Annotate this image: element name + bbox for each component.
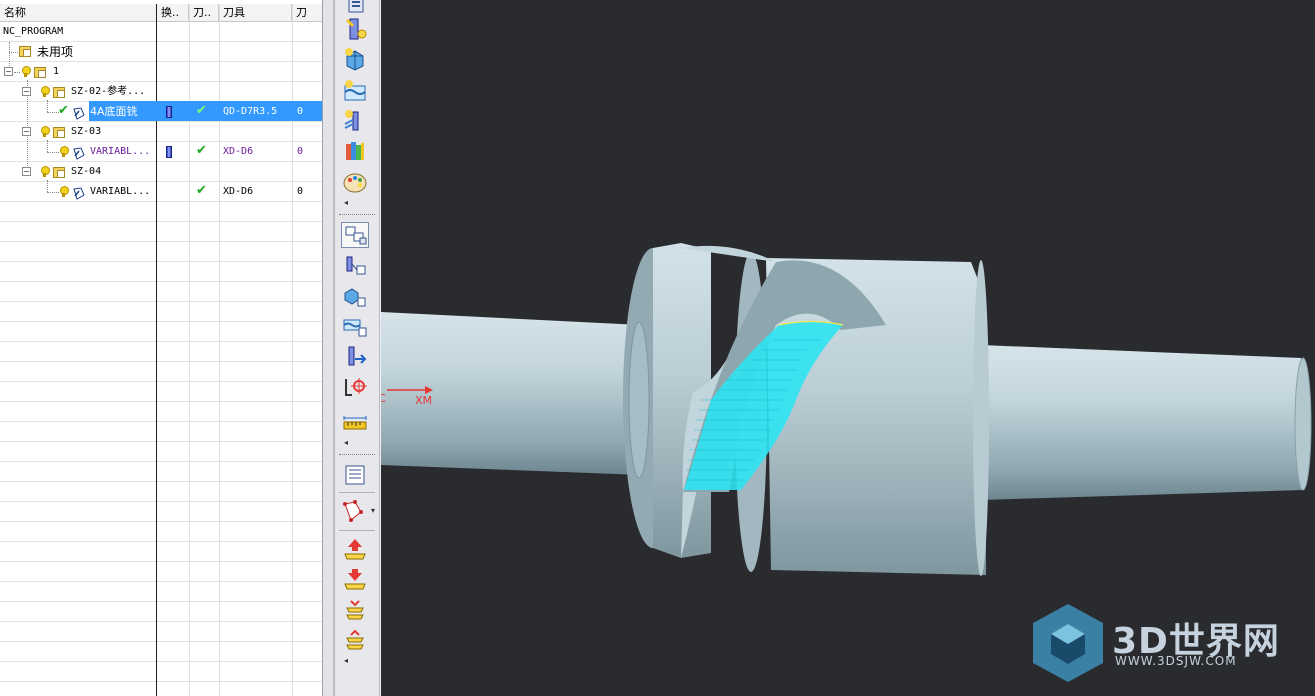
machine-tool-view-icon[interactable] xyxy=(341,254,369,280)
axis-label-xm: XM xyxy=(415,394,433,407)
col-toolchange-header[interactable]: 换.. xyxy=(157,4,189,22)
row-label: NC_PROGRAM xyxy=(3,26,64,37)
tree-row-operation[interactable]: VARIABL... ✔ XD-D6 0 xyxy=(0,142,322,162)
row-label: VARIABL... xyxy=(90,186,151,197)
col-tool2-header[interactable]: 刀 xyxy=(292,4,322,22)
tool-name: XD-D6 xyxy=(223,146,254,157)
machining-method-view-icon[interactable] xyxy=(341,314,369,340)
toolbar-separator xyxy=(339,214,375,215)
graphics-viewport[interactable]: C XM xyxy=(381,0,1315,696)
right-shaft xyxy=(981,345,1303,500)
tool-name: XD-D6 xyxy=(223,186,254,197)
palette-icon[interactable] xyxy=(341,170,369,196)
tree-row-unused[interactable]: 未用项 xyxy=(0,42,322,62)
move-up-icon[interactable] xyxy=(341,536,369,562)
cam-model-view xyxy=(381,243,1312,576)
create-tool-icon[interactable] xyxy=(341,16,369,42)
status-bulb-icon xyxy=(41,166,50,177)
col-toolpath-header[interactable]: 刀.. xyxy=(189,4,219,22)
toolpath-check-icon: ✔ xyxy=(196,183,207,198)
tree-row-sz-04[interactable]: − SZ-04 xyxy=(0,162,322,182)
axis-label-c: C xyxy=(381,392,386,405)
collapse-all-icon[interactable] xyxy=(341,628,369,654)
tool-change-icon xyxy=(166,106,172,118)
create-operation-icon[interactable] xyxy=(341,108,369,134)
toolpath-check-icon: ✔ xyxy=(196,103,207,118)
toolpath-check-icon: ✔ xyxy=(196,143,207,158)
panel-splitter[interactable] xyxy=(323,0,334,696)
complete-check-icon: ✔ xyxy=(58,103,69,118)
geometry-view-icon[interactable] xyxy=(341,284,369,310)
tool-number: 0 xyxy=(297,186,304,197)
row-label: SZ-02-参考... xyxy=(71,86,146,97)
program-folder-icon xyxy=(34,67,46,78)
row-label: SZ-03 xyxy=(71,126,102,137)
tool-name: QD-D7R3.5 xyxy=(223,106,278,117)
row-label: 1 xyxy=(53,66,60,77)
tree-row-operation-selected[interactable]: ✔ 4A底面铣 ✔ QD-D7R3.5 0 xyxy=(0,102,322,122)
status-bulb-icon xyxy=(22,66,31,77)
assembly-icon[interactable] xyxy=(341,498,369,524)
vertical-toolbar: ◂ ◂ ▾ ◂ xyxy=(334,0,380,696)
collapse-icon[interactable]: − xyxy=(22,127,31,136)
status-bulb-icon xyxy=(41,126,50,137)
watermark-logo-icon xyxy=(1031,602,1105,684)
mcs-icon[interactable] xyxy=(341,374,369,400)
collapse-icon[interactable]: − xyxy=(22,167,31,176)
row-label: 4A底面铣 xyxy=(90,105,138,118)
create-method-icon[interactable] xyxy=(341,78,369,104)
layer-icon[interactable] xyxy=(341,462,369,488)
toolbar-separator xyxy=(339,454,375,455)
operation-icon xyxy=(72,185,86,200)
program-folder-icon xyxy=(53,87,65,98)
move-down-icon[interactable] xyxy=(341,566,369,592)
toolbar-overflow-icon[interactable]: ◂ xyxy=(344,656,348,665)
collapse-icon[interactable]: − xyxy=(22,87,31,96)
tree-row-program-1[interactable]: − 1 xyxy=(0,62,322,82)
tree-row-operation[interactable]: VARIABL... ✔ XD-D6 0 xyxy=(0,182,322,202)
status-bulb-icon xyxy=(60,146,69,157)
status-bulb-icon xyxy=(41,86,50,97)
row-label: VARIABL... xyxy=(90,146,151,157)
program-folder-icon xyxy=(19,46,31,57)
program-order-view-icon[interactable] xyxy=(341,222,369,248)
create-program-icon[interactable] xyxy=(341,0,369,16)
library-icon[interactable] xyxy=(341,138,369,164)
navigator-header: 名称 换.. 刀.. 刀具 刀 xyxy=(0,4,322,22)
watermark-url: WWW.3DSJW.COM xyxy=(1115,654,1237,668)
flange-step xyxy=(628,321,650,479)
operation-icon xyxy=(72,145,86,160)
row-label: SZ-04 xyxy=(71,166,102,177)
toolbar-overflow-icon[interactable]: ◂ xyxy=(344,198,348,207)
drum-edge xyxy=(973,260,989,576)
toolbar-overflow-icon[interactable]: ◂ xyxy=(344,438,348,447)
row-label: 未用项 xyxy=(37,45,74,59)
tool-change-icon xyxy=(166,146,172,158)
tree-row-sz-03[interactable]: − SZ-03 xyxy=(0,122,322,142)
toolbar-separator xyxy=(339,492,375,493)
tree-row-nc-program[interactable]: NC_PROGRAM xyxy=(0,22,322,42)
measure-icon[interactable] xyxy=(341,410,369,436)
toolbar-separator xyxy=(339,530,375,531)
program-folder-icon xyxy=(53,167,65,178)
collapse-icon[interactable]: − xyxy=(4,67,13,76)
tree-row-sz-02[interactable]: − SZ-02-参考... xyxy=(0,82,322,102)
shaft-end-face xyxy=(1294,357,1312,491)
program-folder-icon xyxy=(53,127,65,138)
tool-number: 0 xyxy=(297,146,304,157)
expand-all-icon[interactable] xyxy=(341,598,369,624)
tool-number: 0 xyxy=(297,106,304,117)
tool-sequence-icon[interactable] xyxy=(341,344,369,370)
status-bulb-icon xyxy=(60,186,69,197)
operation-navigator: 名称 换.. 刀.. 刀具 刀 NC_PROGRAM 未用项 − 1 − SZ-… xyxy=(0,0,323,696)
operation-icon xyxy=(72,105,86,120)
col-name-header[interactable]: 名称 xyxy=(0,4,157,22)
col-tool-header[interactable]: 刀具 xyxy=(219,4,292,22)
dropdown-arrow-icon[interactable]: ▾ xyxy=(371,506,375,515)
create-geometry-icon[interactable] xyxy=(341,46,369,72)
